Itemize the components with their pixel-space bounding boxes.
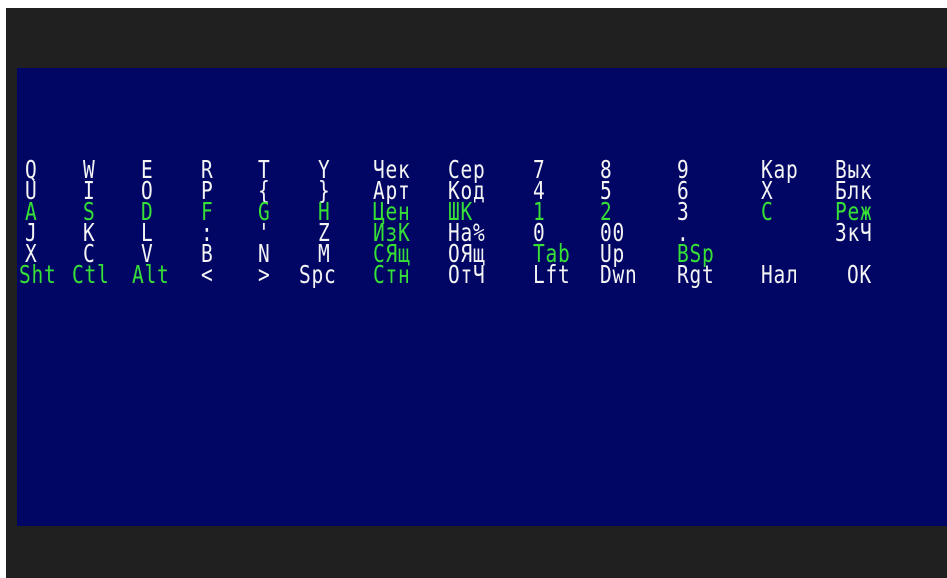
- terminal-frame: Q W E R T Y Чек Сер 7 8 9 Кар Вых U I O P{} Арт Код 4 5 6 X Блк…: [0, 0, 947, 578]
- top-border: [0, 0, 947, 8]
- left-border: [0, 0, 6, 578]
- key-5-10[interactable]: Rgt: [677, 262, 715, 287]
- virtual-keyboard-screen: Q W E R T Y Чек Сер 7 8 9 Кар Вых U I O P{} Арт Код 4 5 6 X Блк…: [17, 68, 947, 526]
- key-5-7[interactable]: ОтЧ: [448, 262, 486, 287]
- virtual-keyboard: Q W E R T Y Чек Сер 7 8 9 Кар Вых U I O P{} Арт Код 4 5 6 X Блк…: [17, 68, 947, 526]
- key-5-9[interactable]: Dwn: [600, 262, 638, 287]
- key-2-11[interactable]: C: [761, 199, 774, 224]
- key-5-6[interactable]: Стн: [373, 262, 411, 287]
- key-5-11[interactable]: Нал: [761, 262, 799, 287]
- key-5-12[interactable]: OK: [847, 262, 872, 287]
- key-5-0[interactable]: Sht: [19, 262, 57, 287]
- key-5-3[interactable]: <: [201, 262, 214, 287]
- key-3-12[interactable]: ЗкЧ: [835, 220, 873, 245]
- key-5-5[interactable]: Spc: [299, 262, 337, 287]
- key-5-2[interactable]: Alt: [132, 262, 170, 287]
- key-5-1[interactable]: Ctl: [72, 262, 110, 287]
- key-5-8[interactable]: Lft: [533, 262, 571, 287]
- key-5-4[interactable]: >: [258, 262, 271, 287]
